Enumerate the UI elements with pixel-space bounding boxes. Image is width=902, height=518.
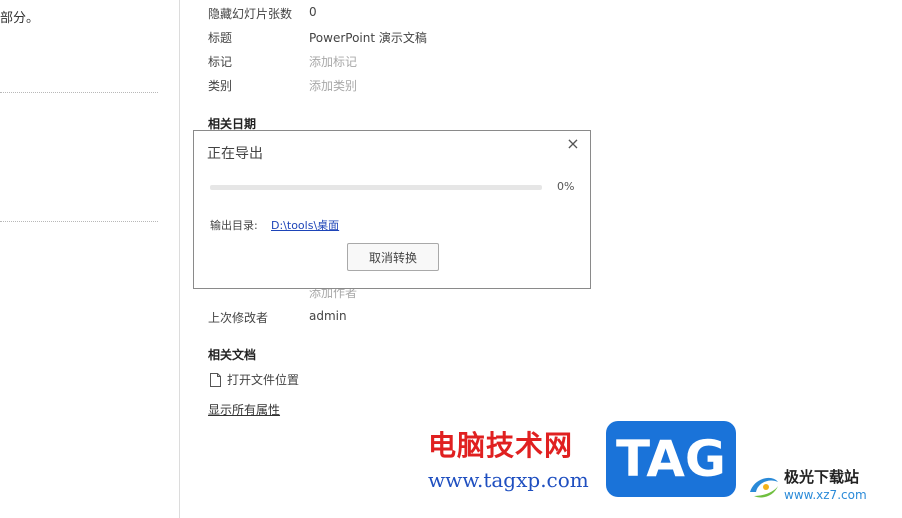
output-dir-link[interactable]: D:\tools\桌面 — [271, 217, 339, 233]
output-dir-label: 输出目录: — [210, 219, 258, 232]
close-icon[interactable]: × — [564, 135, 582, 153]
hidden-slides-label: 隐藏幻灯片张数 — [208, 7, 293, 21]
xz7-url: www.xz7.com — [784, 488, 867, 502]
xz7-logo: 极光下载站 www.xz7.com — [744, 466, 894, 512]
document-text-snippet: 部分。 — [0, 11, 40, 26]
open-file-location-label: 打开文件位置 — [227, 373, 300, 387]
xz7-swirl-icon — [750, 477, 778, 498]
category-label: 类别 — [208, 79, 233, 93]
progress-percent: 0% — [557, 180, 575, 193]
last-modified-by-value: admin — [309, 309, 347, 323]
tags-label: 标记 — [208, 55, 233, 69]
related-docs-heading: 相关文档 — [208, 348, 257, 362]
export-dialog: 正在导出 × 0% 输出目录: D:\tools\桌面 取消转换 — [193, 130, 591, 289]
tags-field[interactable]: 添加标记 — [309, 53, 357, 70]
title-label: 标题 — [208, 31, 233, 45]
show-all-properties-link[interactable]: 显示所有属性 — [208, 401, 280, 418]
dotted-divider — [0, 92, 158, 93]
left-pane: 部分。 — [0, 0, 180, 518]
tag-logo: TAG — [606, 421, 736, 497]
progress-bar — [210, 185, 542, 190]
watermark-site-name: 电脑技术网 — [428, 429, 574, 462]
dialog-title: 正在导出 — [207, 146, 263, 162]
last-modified-by-label: 上次修改者 — [208, 311, 269, 325]
cancel-conversion-button[interactable]: 取消转换 — [347, 243, 439, 271]
dotted-divider — [0, 221, 158, 222]
open-file-location-link[interactable]: 打开文件位置 — [210, 371, 299, 388]
title-value[interactable]: PowerPoint 演示文稿 — [309, 29, 427, 46]
category-field[interactable]: 添加类别 — [309, 77, 357, 94]
xz7-name: 极光下载站 — [784, 468, 860, 486]
watermark-site-url: www.tagxp.com — [428, 468, 589, 492]
hidden-slides-value: 0 — [309, 5, 317, 19]
file-icon — [210, 372, 221, 387]
